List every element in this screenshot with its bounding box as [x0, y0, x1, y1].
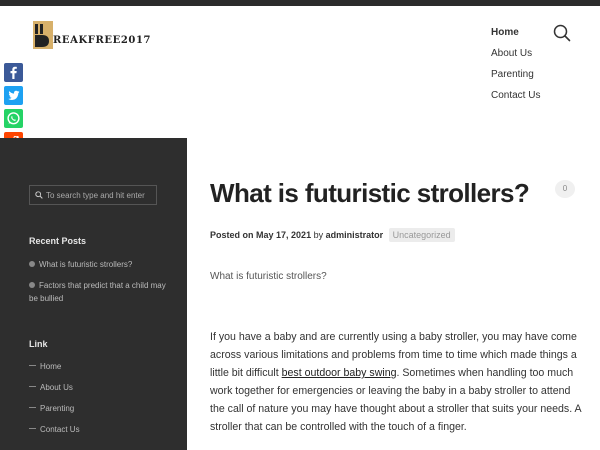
- recent-post-item[interactable]: What is futuristic strollers?: [29, 258, 169, 271]
- by-label: by: [313, 230, 324, 240]
- sidebar-link-parenting[interactable]: Parenting: [29, 404, 74, 413]
- recent-posts-heading: Recent Posts: [29, 236, 87, 246]
- logo-mark-icon: [33, 21, 53, 49]
- recent-post-item[interactable]: Factors that predict that a child may be…: [29, 279, 169, 305]
- facebook-icon[interactable]: [4, 63, 23, 82]
- sidebar-link-contact-us[interactable]: Contact Us: [29, 425, 80, 434]
- bullet-icon: [29, 261, 35, 267]
- main-nav: Home About Us Parenting Contact Us: [491, 27, 540, 111]
- best-outdoor-baby-swing-link[interactable]: best outdoor baby swing: [282, 367, 397, 379]
- sidebar-link-home[interactable]: Home: [29, 362, 61, 371]
- sidebar-search-box[interactable]: [29, 185, 157, 205]
- post-lead: What is futuristic strollers?: [210, 271, 327, 282]
- twitter-icon[interactable]: [4, 86, 23, 105]
- post-author[interactable]: administrator: [326, 230, 384, 240]
- recent-post-link[interactable]: Factors that predict that a child may be…: [29, 281, 166, 303]
- comment-count-badge[interactable]: 0: [555, 180, 575, 198]
- sidebar-search-input[interactable]: [43, 190, 156, 200]
- link-heading: Link: [29, 339, 48, 349]
- whatsapp-icon[interactable]: [4, 109, 23, 128]
- posted-on-label: Posted on: [210, 230, 254, 240]
- nav-item-home[interactable]: Home: [491, 27, 540, 48]
- post-date[interactable]: May 17, 2021: [256, 230, 311, 240]
- sidebar-link-about-us[interactable]: About Us: [29, 383, 73, 392]
- top-bar: [0, 0, 600, 6]
- search-icon[interactable]: [553, 24, 571, 42]
- post-meta: Posted on May 17, 2021 by administrator …: [210, 228, 455, 242]
- bullet-icon: [29, 282, 35, 288]
- nav-item-contact-us[interactable]: Contact Us: [491, 90, 540, 111]
- logo-text: REAKFREE2017: [53, 35, 152, 46]
- post-title: What is futuristic strollers?: [210, 178, 530, 208]
- nav-item-about-us[interactable]: About Us: [491, 48, 540, 69]
- sidebar: Recent Posts What is futuristic stroller…: [0, 138, 187, 450]
- search-icon: [35, 191, 43, 199]
- nav-item-parenting[interactable]: Parenting: [491, 69, 540, 90]
- post-body: If you have a baby and are currently usi…: [210, 328, 585, 436]
- recent-post-link[interactable]: What is futuristic strollers?: [39, 260, 132, 269]
- category-tag[interactable]: Uncategorized: [388, 228, 455, 242]
